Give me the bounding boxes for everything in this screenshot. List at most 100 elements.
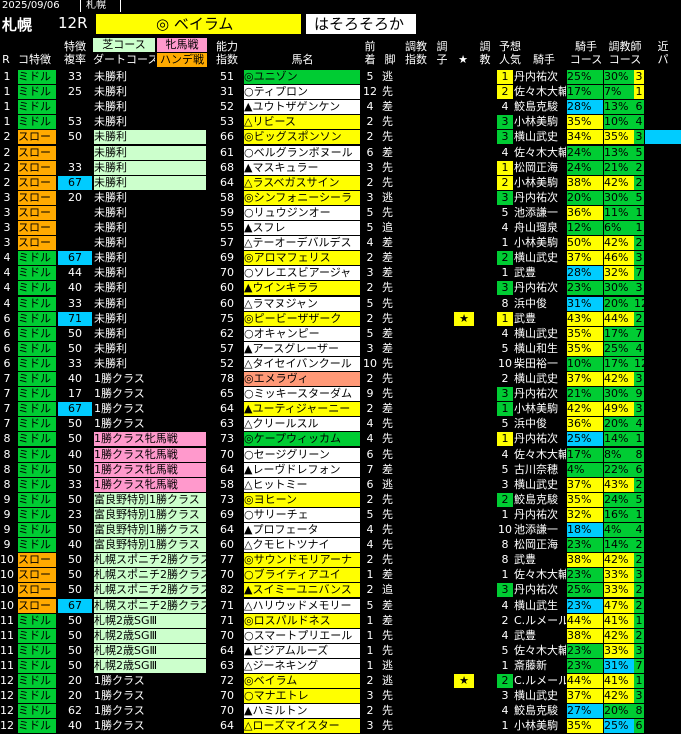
predicted-popularity: 2: [497, 175, 513, 190]
trainer-course-rate: 31%: [604, 658, 634, 673]
horse-name: シンフォニーシーラ: [253, 190, 353, 204]
running-style: 先: [382, 130, 393, 144]
prev-finish: 3: [366, 190, 374, 204]
pace-type: ミドル: [18, 100, 56, 115]
pick-mark: ◎: [156, 15, 170, 33]
trainer-course-rate: 14%: [604, 538, 634, 553]
jockey-course-rate: 18%: [567, 523, 603, 537]
pace-type: スロー: [18, 583, 56, 598]
table-row: 3 スロー 未勝利 55 ▲スフレ 5 追 4 舟山瑠泉 12% 6% 1: [0, 221, 681, 236]
star-cell: [454, 266, 474, 280]
place-rate: 33: [68, 296, 82, 310]
trainer-course-rate: 42%: [604, 175, 634, 190]
jockey-course-rate: 35%: [567, 492, 603, 507]
trainer-rank: 2: [634, 538, 644, 553]
ability-index: 82: [220, 583, 234, 597]
race-no: 10: [0, 598, 14, 612]
jockey-course-rate: 25%: [567, 583, 603, 598]
predicted-popularity: 1: [501, 568, 509, 582]
table-row: 4 ミドル 33 未勝利 60 △ラマヌジャン 5先 8 浜中俊 31%20%12: [0, 296, 681, 312]
jockey-course-rate: 23%: [567, 598, 603, 613]
jockey: 丹内祐次: [514, 387, 558, 401]
trainer-course-rate: 30%: [604, 70, 634, 84]
prev-finish: 1: [366, 568, 374, 582]
race-no: 3: [3, 190, 11, 204]
pace-type: スロー: [18, 205, 56, 220]
table-row: 10 スロー 67 札幌スポニチ2勝クラス 71 △ハリウッドメモリー 5 差 4 横山武生 23%…: [0, 598, 681, 614]
jockey: 横山和生: [514, 341, 558, 355]
header-tokucho-line1: 特徴: [64, 40, 86, 53]
place-rate: 50: [68, 553, 82, 567]
table-row: 8 ミドル 33 1勝クラス牝馬戦 58 △ヒットミー 6 逃 3 横山武史 37% 43% 2: [0, 477, 681, 493]
horse-name: ビッグスポンソン: [253, 130, 342, 144]
table-row: 10 スロー 50 札幌スポニチ2勝クラス 77 ◎サウンドモリアーナ 2 先 8 武豊 38% 42…: [0, 553, 681, 568]
star-cell: [454, 342, 474, 356]
table-row: 9 ミドル 50 富良野特別1勝クラス 64 ▲プロフェータ 4 先 10 池添謙一 18% 4% 4: [0, 523, 681, 538]
trainer-course-rate: 42%: [604, 236, 634, 251]
jockey: 小林美駒: [514, 236, 558, 250]
table-row: 3 スロー 未勝利 59 ○リュウジンオー 5 先 5 池添謙一 36% 11% 1: [0, 205, 681, 221]
place-rate: [58, 146, 92, 160]
race-no: 4: [3, 281, 11, 295]
jockey-course-rate: 31%: [567, 296, 603, 311]
prev-finish: 4: [366, 417, 374, 431]
trainer-rank: 7: [634, 658, 644, 673]
jockey-course-rate: 37%: [567, 251, 603, 266]
running-style: 先: [382, 643, 393, 657]
jockey: C.ルメール: [514, 674, 566, 687]
horse-name: オキャンピー: [253, 326, 320, 340]
race-class: 札幌スポニチ2勝クラス: [94, 598, 206, 613]
header-chokyo2-line1: 調: [479, 40, 491, 53]
race-class: 未勝利: [94, 236, 127, 250]
ability-index: 78: [220, 372, 234, 385]
pick-comment: はそろそろか: [306, 14, 416, 34]
header-k_course-line2: コース: [569, 53, 603, 66]
horse-name: ラスベガスサイン: [252, 175, 340, 189]
prev-finish: 1: [366, 628, 374, 642]
jockey-course-rate: 25%: [567, 432, 603, 447]
pace-type: ミドル: [18, 462, 56, 477]
place-rate: 50: [68, 568, 82, 582]
pace-type: ミドル: [18, 296, 56, 311]
trainer-course-rate: 7%: [604, 85, 634, 100]
race-number: 12R: [58, 14, 88, 32]
trainer-course-rate: 11%: [604, 205, 634, 220]
horse-mark: ○: [244, 205, 254, 219]
pace-type: ミドル: [18, 266, 56, 281]
running-style: 先: [382, 175, 393, 189]
race-no: 2: [3, 160, 11, 174]
ability-index: 60: [220, 538, 234, 552]
ability-index: 70: [220, 266, 234, 280]
ability-index: 55: [220, 221, 234, 234]
horse-name: スイミーユニバンス: [252, 583, 352, 597]
jockey: 丹内祐次: [514, 507, 558, 521]
horse-mark: ○: [244, 326, 254, 340]
star-cell: [454, 719, 474, 733]
trainer-course-rate: 49%: [604, 402, 634, 417]
table-row: 12 ミドル 20 1勝クラス 70 ○マナエトレ 3 先 3 横山武史 37% 42% 3: [0, 689, 681, 704]
jockey: 武豊: [514, 553, 536, 567]
star-cell: [454, 251, 474, 265]
race-class: 未勝利: [94, 205, 127, 219]
jockey: 丹内祐次: [514, 70, 558, 83]
horse-name-cell: ○ミッキースターダム: [244, 387, 360, 402]
pace-type: ミドル: [18, 281, 56, 296]
horse-name: ロスパルドネス: [253, 613, 331, 627]
pace-type: ミドル: [18, 432, 56, 447]
ability-index: 73: [220, 492, 234, 506]
table-row: 2 スロー 33 未勝利 68 ▲マスキュラー 3 先 1 松岡正海 24% 21% 2: [0, 160, 681, 176]
horse-mark: ◎: [244, 372, 254, 385]
horse-name: ケープウィッカム: [253, 432, 341, 446]
predicted-popularity: 5: [501, 341, 509, 355]
star-cell: [454, 281, 474, 295]
prev-finish: 2: [366, 402, 374, 416]
horse-mark: ◎: [244, 190, 254, 204]
star-cell: [454, 614, 474, 628]
table-row: 6 ミドル 50 未勝利 62 ○オキャンピー 5 差 4 横山武史 35% 17% 7: [0, 326, 681, 342]
pace-type: ミドル: [18, 341, 56, 356]
race-no: 12: [0, 674, 14, 687]
jockey-course-rate: 20%: [567, 190, 603, 205]
table-row: 10 スロー 50 札幌スポニチ2勝クラス 70 ○ブライティアユイ 1 差 1 佐々木大輔 23%…: [0, 568, 681, 583]
pace-type: スロー: [18, 236, 56, 251]
prev-finish: 6: [366, 447, 374, 461]
